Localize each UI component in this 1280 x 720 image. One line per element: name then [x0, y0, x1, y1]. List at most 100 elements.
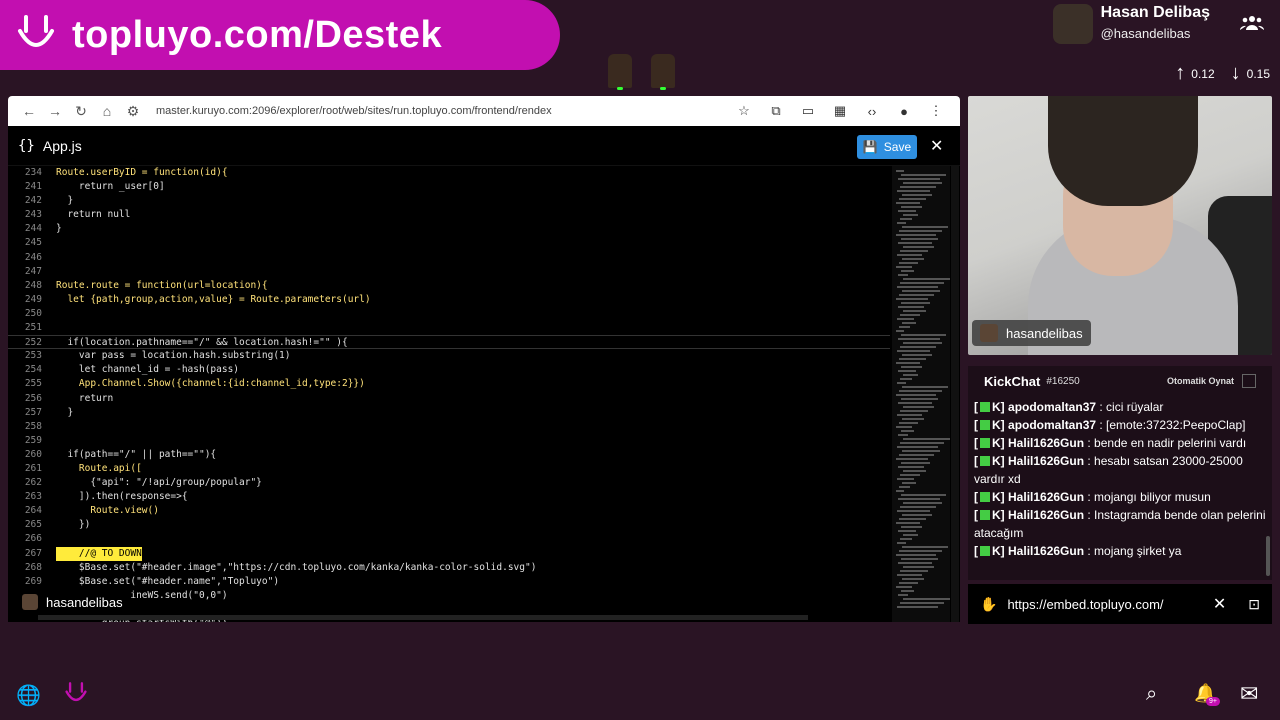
code-line[interactable]: 252 if(location.pathname=="/" && locatio…: [8, 335, 890, 350]
close-icon[interactable]: ✕: [930, 136, 943, 156]
minimap-line: [898, 274, 908, 276]
devtools-icon[interactable]: ‹›: [856, 104, 888, 119]
chat-badge: [K]: [974, 490, 1005, 504]
code-line[interactable]: 264 Route.view(): [8, 504, 890, 518]
chat-username[interactable]: apodomaltan37: [1008, 418, 1096, 432]
apps-icon[interactable]: ▦: [824, 103, 856, 119]
viewer-avatar[interactable]: [608, 54, 632, 90]
code-line[interactable]: 246: [8, 251, 890, 265]
mail-icon[interactable]: ✉: [1240, 681, 1258, 707]
code-line[interactable]: 257 }: [8, 406, 890, 420]
line-number: 241: [24, 181, 42, 193]
code-line[interactable]: 249 let {path,group,action,value} = Rout…: [8, 293, 890, 307]
code-line[interactable]: 247: [8, 265, 890, 279]
save-button[interactable]: 💾 Save: [857, 135, 917, 159]
code-line[interactable]: 244}: [8, 222, 890, 236]
site-info-icon[interactable]: ⚙: [120, 103, 146, 120]
code-line[interactable]: 261 Route.api([: [8, 462, 890, 476]
code-line[interactable]: 241 return _user[0]: [8, 180, 890, 194]
minimap-line: [900, 282, 944, 284]
auto-play-checkbox[interactable]: [1242, 374, 1256, 388]
minimap-line: [900, 378, 912, 380]
code-line[interactable]: 266: [8, 532, 890, 546]
line-code: ]).then(response=>{: [56, 491, 188, 503]
forward-icon[interactable]: →: [42, 103, 68, 119]
code-line[interactable]: 256 return: [8, 392, 890, 406]
code-line[interactable]: 243 return null: [8, 208, 890, 222]
network-stats: ↑ 0.12 ↓ 0.15: [1175, 62, 1270, 85]
minimap-line: [899, 518, 926, 520]
profile-icon[interactable]: ●: [888, 104, 920, 119]
media-icon[interactable]: ▭: [792, 103, 824, 119]
arrow-down-icon: ↓: [1230, 62, 1241, 84]
menu-icon[interactable]: ⋮: [920, 103, 952, 119]
minimap-line: [900, 442, 944, 444]
horizontal-scrollbar[interactable]: [38, 615, 808, 620]
topluyo-logo-icon[interactable]: [64, 681, 88, 707]
address-bar[interactable]: master.kuruyo.com:2096/explorer/root/web…: [156, 105, 728, 117]
minimap-line: [900, 218, 912, 220]
code-line[interactable]: 268 $Base.set("#header.image","https://c…: [8, 561, 890, 575]
line-number: 244: [24, 223, 42, 235]
line-number: 249: [24, 293, 42, 305]
code-line[interactable]: 234 Route.userByID = function(id){: [8, 166, 890, 180]
globe-icon[interactable]: 🌐: [16, 683, 41, 708]
minimap-line: [902, 290, 940, 292]
line-code: $Base.set("#header.name","Topluyo"): [56, 575, 280, 587]
code-line[interactable]: 254 let channel_id = -hash(pass): [8, 363, 890, 377]
avatar: [1052, 4, 1093, 44]
minimap-line: [901, 206, 922, 208]
reload-icon[interactable]: ↻: [68, 103, 94, 120]
minimap-line: [898, 402, 932, 404]
code-line[interactable]: 250: [8, 307, 890, 321]
bookmark-star-icon[interactable]: ☆: [728, 103, 760, 119]
chat-username[interactable]: Halil1626Gun: [1008, 454, 1084, 468]
code-line[interactable]: 255 App.Channel.Show({channel:{id:channe…: [8, 377, 890, 391]
extensions-icon[interactable]: ⧉: [760, 103, 792, 119]
code-line[interactable]: 258: [8, 420, 890, 434]
code-line[interactable]: 248 Route.route = function(url=location){: [8, 279, 890, 293]
code-line[interactable]: 262 {"api": "/!api/group/popular"}: [8, 476, 890, 490]
code-line[interactable]: 269 $Base.set("#header.name","Topluyo"): [8, 575, 890, 589]
search-icon[interactable]: ⌕: [1146, 683, 1157, 706]
code-minimap[interactable]: [892, 166, 950, 622]
people-icon[interactable]: [1239, 14, 1265, 37]
chat-username[interactable]: Halil1626Gun: [1008, 544, 1084, 558]
code-line[interactable]: 263 ]).then(response=>{: [8, 490, 890, 504]
minimap-line: [898, 338, 940, 340]
minimap-line: [900, 506, 936, 508]
bell-icon[interactable]: 🔔 9+: [1194, 683, 1220, 706]
code-editor[interactable]: 234 Route.userByID = function(id){241 ret…: [8, 166, 890, 622]
vertical-scrollbar[interactable]: [951, 166, 959, 622]
chat-message: [K] Halil1626Gun : hesabı satsan 23000-2…: [974, 452, 1266, 488]
code-line[interactable]: ineWS.send("0,0"): [8, 589, 890, 603]
code-line[interactable]: 265 }): [8, 518, 890, 532]
code-line[interactable]: 259: [8, 434, 890, 448]
close-icon[interactable]: ✕: [1213, 594, 1226, 614]
line-number: [8, 617, 42, 622]
chat-username[interactable]: Halil1626Gun: [1008, 490, 1084, 504]
minimap-line: [896, 202, 920, 204]
screenshot-icon[interactable]: ⊡: [1248, 596, 1260, 613]
brand-banner[interactable]: topluyo.com/Destek: [0, 0, 560, 70]
code-line[interactable]: 245: [8, 236, 890, 250]
code-line[interactable]: 253 var pass = location.hash.substring(1…: [8, 349, 890, 363]
user-profile[interactable]: Hasan Delibaş @hasandelibas: [1052, 4, 1265, 44]
code-line[interactable]: 260 if(path=="/" || path==""){: [8, 448, 890, 462]
back-icon[interactable]: ←: [16, 103, 42, 119]
minimap-line: [902, 514, 932, 516]
home-icon[interactable]: ⌂: [94, 103, 120, 119]
chat-username[interactable]: Halil1626Gun: [1008, 508, 1084, 522]
chat-username[interactable]: Halil1626Gun: [1008, 436, 1084, 450]
code-line[interactable]: 242 }: [8, 194, 890, 208]
code-line[interactable]: 267 //@ TO DOWN: [8, 546, 890, 561]
embed-url[interactable]: https://embed.topluyo.com/: [1007, 597, 1163, 612]
minimap-line: [898, 498, 940, 500]
code-line[interactable]: 251: [8, 321, 890, 335]
file-name: App.js: [42, 137, 82, 154]
chat-badge: [K]: [974, 400, 1005, 414]
viewer-avatar[interactable]: [651, 54, 675, 90]
chat-username[interactable]: apodomaltan37: [1008, 400, 1096, 414]
chat-badge: [K]: [974, 454, 1005, 468]
chat-scrollbar[interactable]: [1266, 536, 1270, 576]
